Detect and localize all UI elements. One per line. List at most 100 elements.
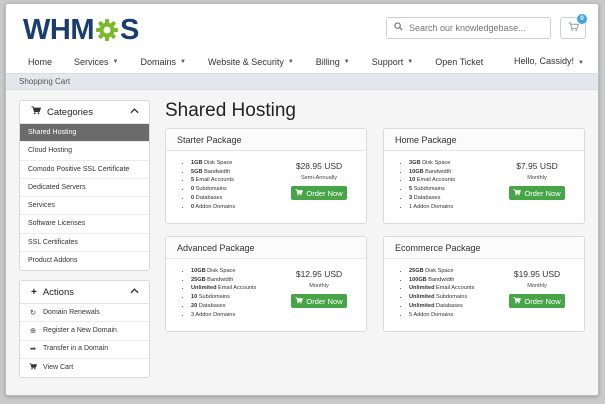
nav-billing[interactable]: Billing ▼ — [316, 57, 350, 67]
nav-domains[interactable]: Domains ▼ — [140, 57, 185, 67]
nav-domains-label: Domains — [140, 57, 176, 67]
price-box: $12.95 USD Monthly Order Now — [284, 269, 354, 308]
feature-item: 1GB Disk Space — [191, 159, 235, 168]
action-label: Register a New Domain — [43, 326, 117, 334]
order-now-label: Order Now — [306, 296, 343, 306]
nav-services[interactable]: Services ▼ — [74, 57, 118, 67]
actions-panel: + Actions ↻ Domain Renewals ⊕ Register a… — [19, 280, 150, 379]
refresh-icon: ↻ — [29, 307, 37, 317]
whmcs-logo[interactable]: WHM S — [23, 13, 139, 46]
logo-text-left: WHM — [23, 13, 94, 46]
feature-list: 10GB Disk Space 25GB Bandwidth Unlimited… — [180, 267, 256, 319]
globe-icon: ⊕ — [29, 325, 37, 335]
price: $19.95 USD — [513, 269, 561, 279]
category-cloud-hosting[interactable]: Cloud Hosting — [20, 142, 149, 161]
feature-list: 25GB Disk Space 100GB Bandwidth Unlimite… — [398, 267, 474, 319]
category-services[interactable]: Services — [20, 197, 149, 216]
price: $28.95 USD — [295, 161, 343, 171]
feature-item: 10 Email Accounts — [409, 176, 455, 185]
order-now-label: Order Now — [524, 296, 561, 306]
cart-icon — [513, 296, 522, 306]
product-name: Starter Package — [166, 129, 366, 151]
category-dedicated-servers[interactable]: Dedicated Servers — [20, 179, 149, 198]
nav-website-security[interactable]: Website & Security ▼ — [208, 57, 294, 67]
cart-icon — [28, 359, 38, 377]
browser-frame: WHM S Search our knowledgebase... 0 Home… — [5, 3, 599, 396]
cart-icon — [31, 106, 42, 118]
nav-billing-label: Billing — [315, 57, 340, 67]
product-card-ecommerce: Ecommerce Package 25GB Disk Space 100GB … — [383, 236, 585, 332]
feature-item: 5 Email Accounts — [191, 176, 235, 185]
nav-support[interactable]: Support ▼ — [372, 57, 413, 67]
feature-item: 5 Addon Domains — [409, 311, 474, 320]
price: $12.95 USD — [295, 269, 343, 279]
cart-button[interactable]: 0 — [560, 14, 587, 39]
caret-down-icon: ▼ — [112, 59, 119, 65]
nav-home-label: Home — [28, 57, 53, 67]
billing-cycle: Monthly — [527, 175, 547, 181]
cart-icon — [295, 296, 304, 306]
category-comodo-ssl[interactable]: Comodo Positive SSL Certificate — [20, 161, 149, 179]
page-title: Shared Hosting — [165, 100, 296, 121]
feature-item: Unlimited Email Accounts — [409, 284, 474, 293]
feature-item: 1 Addon Domains — [409, 203, 455, 212]
feature-item: 25GB Bandwidth — [191, 276, 256, 285]
feature-item: Unlimited Email Accounts — [191, 284, 256, 293]
action-view-cart[interactable]: View Cart — [20, 359, 149, 377]
feature-item: 10GB Bandwidth — [409, 168, 455, 177]
feature-item: 10GB Disk Space — [191, 267, 256, 276]
product-card-starter: Starter Package 1GB Disk Space 5GB Bandw… — [165, 128, 367, 224]
feature-item: 3 Addon Domains — [191, 311, 256, 320]
category-shared-hosting[interactable]: Shared Hosting — [20, 124, 149, 143]
action-label: View Cart — [43, 364, 74, 372]
nav-home[interactable]: Home — [28, 57, 52, 67]
feature-item: 100GB Bandwidth — [409, 276, 474, 285]
feature-item: 3GB Disk Space — [409, 159, 455, 168]
user-menu[interactable]: Hello, Cassidy! ▼ — [514, 56, 584, 66]
feature-item: 25GB Disk Space — [409, 267, 474, 276]
order-now-button[interactable]: Order Now — [291, 294, 347, 308]
chevron-up-icon[interactable] — [130, 105, 139, 117]
share-icon: ➦ — [29, 344, 37, 354]
billing-cycle: Semi-Annually — [300, 175, 338, 181]
price: $7.95 USD — [516, 161, 558, 171]
product-name: Home Package — [384, 129, 584, 151]
actions-header[interactable]: + Actions — [20, 281, 149, 304]
main-nav: Home Services ▼ Domains ▼ Website & Securi… — [6, 52, 598, 72]
order-now-label: Order Now — [306, 188, 343, 198]
product-name: Advanced Package — [166, 237, 366, 259]
category-ssl-certificates[interactable]: SSL Certificates — [20, 234, 149, 253]
categories-header[interactable]: Categories — [20, 101, 149, 124]
feature-item: 0 Subdomains — [191, 185, 235, 194]
category-product-addons[interactable]: Product Addons — [20, 252, 149, 270]
search-icon — [387, 22, 409, 34]
cart-count-badge: 0 — [577, 14, 587, 24]
order-now-button[interactable]: Order Now — [509, 294, 565, 308]
caret-down-icon: ▼ — [287, 59, 294, 65]
category-software-licenses[interactable]: Software Licenses — [20, 215, 149, 234]
action-register-domain[interactable]: ⊕ Register a New Domain — [20, 322, 149, 341]
search-input[interactable] — [409, 23, 545, 33]
cart-icon — [295, 188, 304, 198]
feature-item: 20 Databases — [191, 302, 256, 311]
action-transfer-domain[interactable]: ➦ Transfer in a Domain — [20, 341, 149, 359]
caret-down-icon: ▼ — [343, 59, 350, 65]
action-domain-renewals[interactable]: ↻ Domain Renewals — [20, 304, 149, 323]
feature-item: 5GB Bandwidth — [191, 168, 235, 177]
user-greeting: Hello, Cassidy! — [514, 56, 575, 66]
feature-item: 5 Subdomains — [409, 185, 455, 194]
order-now-button[interactable]: Order Now — [509, 186, 565, 200]
action-label: Transfer in a Domain — [43, 345, 109, 353]
feature-list: 1GB Disk Space 5GB Bandwidth 5 Email Acc… — [180, 159, 235, 211]
chevron-up-icon[interactable] — [130, 285, 139, 297]
feature-item: 3 Databases — [409, 194, 455, 203]
caret-down-icon: ▼ — [578, 60, 584, 66]
nav-open-ticket[interactable]: Open Ticket — [435, 57, 483, 67]
caret-down-icon: ▼ — [180, 59, 186, 65]
order-now-button[interactable]: Order Now — [291, 186, 347, 200]
price-box: $28.95 USD Semi-Annually Order Now — [284, 161, 354, 200]
search-box[interactable] — [386, 17, 551, 39]
breadcrumb-current: Shopping Cart — [19, 77, 71, 86]
feature-item: 10 Subdomains — [191, 293, 256, 302]
cart-icon — [513, 188, 522, 198]
